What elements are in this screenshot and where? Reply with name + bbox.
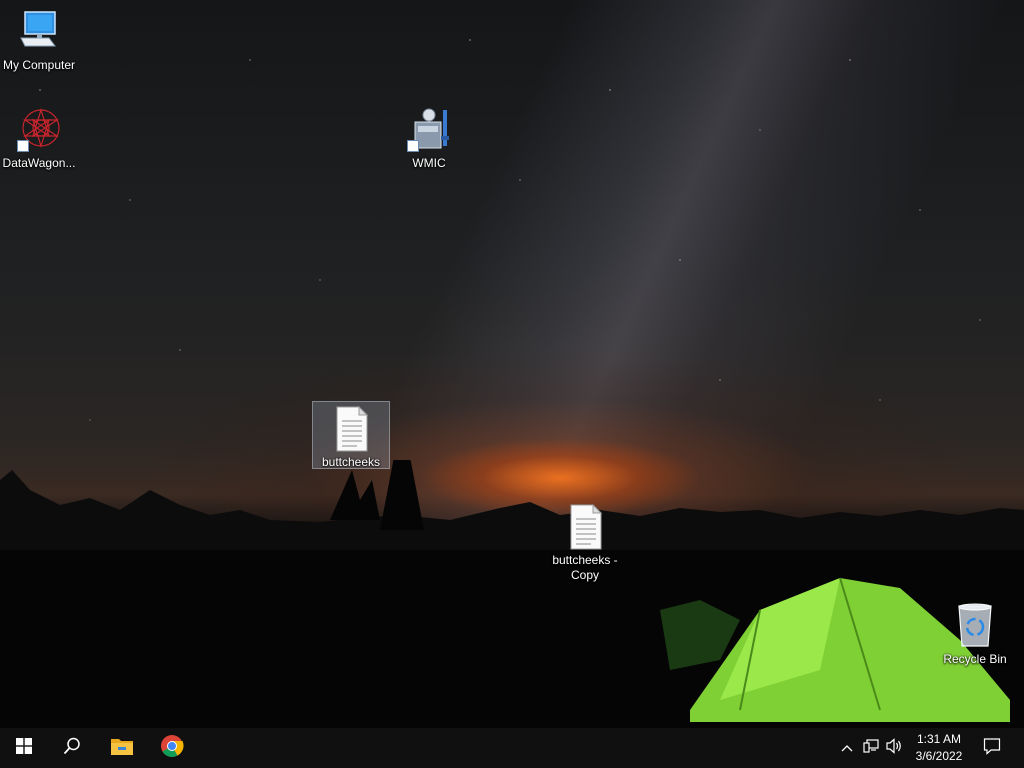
wallpaper-landscape (0, 460, 1024, 728)
wmic-icon (405, 106, 453, 154)
windows-start-icon (16, 737, 32, 759)
text-file-icon (561, 503, 609, 551)
desktop-icon-buttcheeks-copy[interactable]: buttcheeks - Copy (547, 503, 623, 583)
network-button[interactable] (860, 728, 882, 768)
desktop-icon-label: My Computer (2, 58, 76, 72)
desktop-icon-label: buttcheeks (321, 455, 381, 469)
desktop-icon-buttcheeks[interactable]: buttcheeks (312, 401, 390, 469)
desktop-icon-label: Recycle Bin (943, 652, 1007, 666)
tray-overflow-button[interactable] (838, 728, 856, 768)
shortcut-arrow-icon (407, 140, 419, 152)
desktop-icon-my-computer[interactable]: My Computer (1, 8, 77, 73)
desktop-icon-recycle-bin[interactable]: Recycle Bin (937, 602, 1013, 667)
notification-button[interactable] (978, 728, 1006, 768)
volume-icon (886, 737, 904, 759)
datawagon-icon (15, 106, 63, 154)
clock[interactable]: 1:31 AM 3/6/2022 (906, 731, 972, 765)
file-explorer-icon (110, 736, 134, 761)
desktop-icon-label: DataWagon... (2, 156, 76, 170)
clock-time: 1:31 AM (916, 732, 962, 746)
file-explorer-button[interactable] (98, 728, 146, 768)
network-icon (863, 738, 879, 759)
notification-icon (983, 737, 1001, 760)
chrome-button[interactable] (148, 728, 196, 768)
taskbar: 1:31 AM 3/6/2022 (0, 728, 1024, 768)
search-icon (63, 737, 81, 760)
computer-icon (15, 8, 63, 56)
text-file-icon (327, 405, 375, 453)
start-button[interactable] (0, 728, 48, 768)
recycle-bin-icon (951, 602, 999, 650)
clock-date: 3/6/2022 (915, 749, 963, 763)
shortcut-arrow-icon (17, 140, 29, 152)
search-button[interactable] (48, 728, 96, 768)
chevron-up-icon (841, 739, 853, 757)
desktop[interactable]: My Computer DataWagon... WMIC buttcheeks… (0, 0, 1024, 728)
desktop-icon-datawagon[interactable]: DataWagon... (1, 106, 77, 171)
desktop-icon-label: buttcheeks - Copy (552, 553, 618, 582)
desktop-icon-label: WMIC (412, 156, 446, 170)
desktop-icon-wmic[interactable]: WMIC (391, 106, 467, 171)
volume-button[interactable] (884, 728, 906, 768)
chrome-icon (160, 734, 184, 763)
